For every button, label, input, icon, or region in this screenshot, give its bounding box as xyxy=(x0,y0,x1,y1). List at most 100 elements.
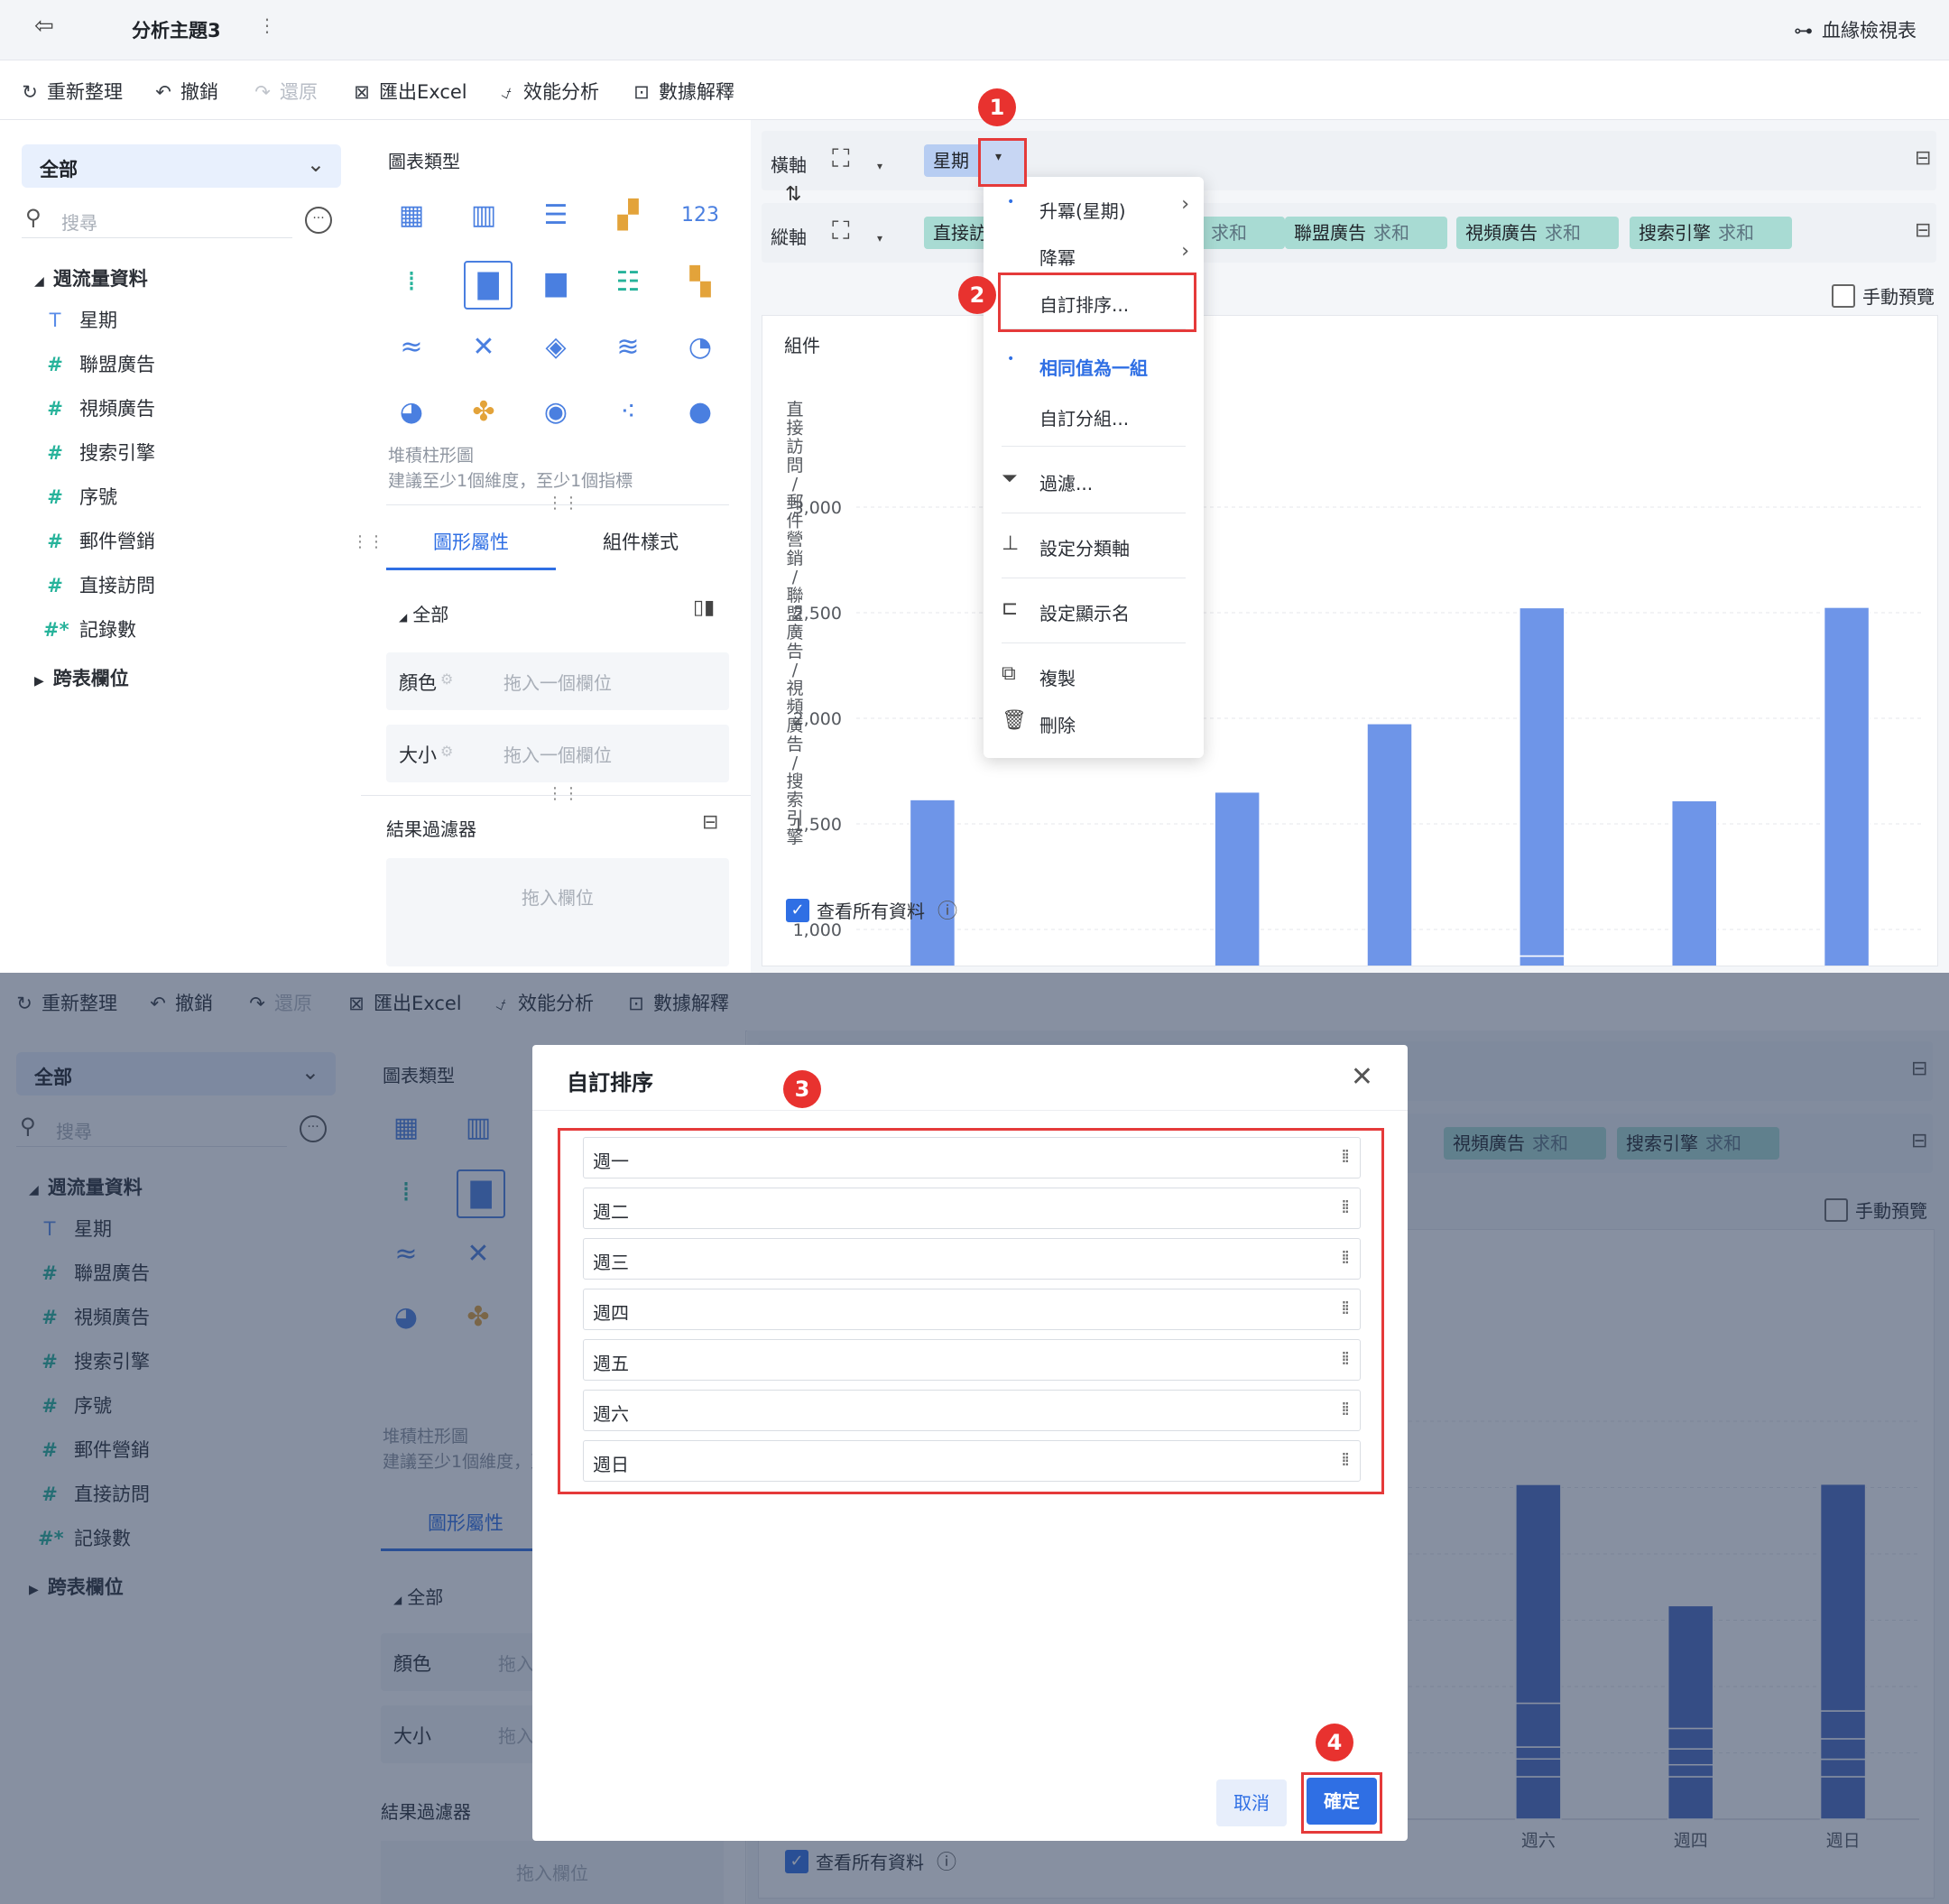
more-options-icon[interactable]: ··· xyxy=(305,207,332,234)
undo-button[interactable]: ↶撤銷 xyxy=(152,78,218,105)
field-item[interactable]: #直接訪問 xyxy=(43,571,155,598)
dataset-dropdown[interactable]: 全部 ⌄ xyxy=(22,144,341,188)
y-tick-label: 2,000 xyxy=(793,709,842,729)
x-field-dropdown-trigger[interactable]: ▾ xyxy=(978,138,1027,187)
field-item[interactable]: #搜索引擎 xyxy=(43,439,155,466)
close-icon[interactable]: ✕ xyxy=(1351,1061,1373,1093)
settings-icon[interactable]: ⚙ xyxy=(440,670,453,688)
y-axis-title-char: / xyxy=(792,474,799,494)
exit-icon[interactable]: ⇦ xyxy=(34,13,54,40)
field-item[interactable]: #郵件營銷 xyxy=(43,527,155,554)
field-item[interactable]: #*記錄數 xyxy=(43,615,136,642)
info-icon[interactable]: ⓘ xyxy=(938,895,957,924)
drag-handle-icon[interactable]: ⋮⋮ xyxy=(547,784,579,803)
bar-mark-icon[interactable]: ▯▮ xyxy=(693,596,715,619)
treemap-icon[interactable]: ▞ xyxy=(608,196,648,236)
lock-icon[interactable]: ⊟ xyxy=(1915,147,1931,170)
tab-graph-properties[interactable]: 圖形屬性 xyxy=(433,528,509,555)
drag-handle-icon[interactable]: ⋮⋮ xyxy=(547,494,579,513)
donut-chart-icon[interactable]: ◉ xyxy=(536,393,576,432)
manual-preview-checkbox[interactable] xyxy=(1832,284,1855,308)
lock-icon[interactable]: ⊟ xyxy=(702,811,718,834)
menu-item-descending[interactable]: 降冪 xyxy=(1039,244,1076,270)
waterfall-icon[interactable]: ▚ xyxy=(680,263,720,302)
field-item[interactable]: #聯盟廣告 xyxy=(43,350,155,377)
line-chart-icon[interactable]: ≈ xyxy=(392,328,431,367)
menu-item-custom-group[interactable]: 自訂分組... xyxy=(1039,404,1129,430)
result-filter-dropzone[interactable]: 拖入欄位 xyxy=(386,858,729,966)
sort-item[interactable]: 週六 ⁞⁞ xyxy=(583,1390,1361,1431)
sort-item[interactable]: 週五 ⁞⁞ xyxy=(583,1339,1361,1381)
kpi-icon[interactable]: 123 xyxy=(680,196,720,236)
y-field-chip[interactable]: 搜索引擎求和 xyxy=(1630,217,1792,249)
drag-handle-icon[interactable]: ⁞⁞ xyxy=(1341,1145,1350,1167)
sort-item[interactable]: 週四 ⁞⁞ xyxy=(583,1289,1361,1330)
all-marks-label[interactable]: ◢全部 xyxy=(399,600,448,626)
redo-button[interactable]: ↷還原 xyxy=(251,78,318,105)
y-field-chip[interactable]: 求和 xyxy=(1195,217,1285,249)
refresh-button[interactable]: ↻重新整理 xyxy=(18,78,123,105)
menu-item-same-value-group[interactable]: 相同值為一組 xyxy=(1039,354,1148,380)
field-item[interactable]: T星期 xyxy=(43,306,117,333)
field-item[interactable]: #序號 xyxy=(43,483,117,510)
drag-handle-icon[interactable]: ⁞⁞ xyxy=(1341,1347,1350,1369)
crosstab-icon[interactable]: ▥ xyxy=(464,196,503,236)
toolbar: ↻重新整理 ↶撤銷 ↷還原 ⊠匯出Excel ⍻效能分析 ⊡數據解釋 xyxy=(0,61,1949,120)
table-icon[interactable]: ▦ xyxy=(392,196,431,236)
dot-bar-icon[interactable]: ⁞ xyxy=(392,263,431,302)
menu-item-delete[interactable]: 刪除 xyxy=(1039,711,1076,737)
chart-title: 組件 xyxy=(784,335,820,356)
tree-group-cross-table[interactable]: ▶跨表欄位 xyxy=(34,664,129,691)
settings-icon[interactable]: ⚙ xyxy=(440,743,453,760)
tab-component-style[interactable]: 組件樣式 xyxy=(603,528,679,555)
sort-item[interactable]: 週三 ⁞⁞ xyxy=(583,1238,1361,1280)
stacked-bar-icon[interactable]: ▇ xyxy=(464,261,513,310)
menu-item-set-display-name[interactable]: 設定顯示名 xyxy=(1039,599,1130,625)
sort-item[interactable]: 週日 ⁞⁞ xyxy=(583,1440,1361,1482)
drag-handle-icon[interactable]: ⁞⁞ xyxy=(1341,1246,1350,1268)
y-field-chip[interactable]: 視頻廣告求和 xyxy=(1456,217,1619,249)
radar-icon[interactable]: ◈ xyxy=(536,328,576,367)
data-explain-button[interactable]: ⊡數據解釋 xyxy=(630,78,734,105)
lineage-view-button[interactable]: ⊶ 血緣檢視表 xyxy=(1794,16,1917,43)
menu-item-copy[interactable]: 複製 xyxy=(1039,664,1076,690)
drag-handle-icon[interactable]: ⁞⁞ xyxy=(1341,1297,1350,1318)
sort-item[interactable]: 週二 ⁞⁞ xyxy=(583,1188,1361,1229)
export-excel-button[interactable]: ⊠匯出Excel xyxy=(350,78,466,105)
y-axis-icon[interactable]: ⛶ xyxy=(832,216,850,246)
caret-down-icon[interactable]: ▾ xyxy=(877,232,882,245)
caret-down-icon[interactable]: ▾ xyxy=(877,160,882,172)
menu-item-set-category-axis[interactable]: 設定分類軸 xyxy=(1039,534,1130,560)
drag-handle-icon[interactable]: ⁞⁞ xyxy=(1341,1448,1350,1470)
active-tab-underline xyxy=(386,568,556,570)
x-axis-icon[interactable]: ⛶ xyxy=(832,143,850,174)
field-item[interactable]: #視頻廣告 xyxy=(43,394,155,421)
detail-table-icon[interactable]: ☰ xyxy=(536,196,576,236)
perf-analysis-button[interactable]: ⍻效能分析 xyxy=(494,78,599,105)
horizontal-bar-icon[interactable]: ☷ xyxy=(608,263,648,302)
sort-item[interactable]: 週一 ⁞⁞ xyxy=(583,1137,1361,1178)
confirm-button[interactable]: 確定 xyxy=(1307,1778,1377,1825)
vertical-dots-icon[interactable]: ⋮ xyxy=(258,14,276,36)
search-input[interactable]: ⚲ 搜尋 xyxy=(22,201,292,238)
radar-line-icon[interactable]: ✕ xyxy=(464,328,503,367)
drag-handle-icon[interactable]: ⁞⁞ xyxy=(1341,1196,1350,1217)
panel-resize-handle-icon[interactable]: ⋮⋮ xyxy=(352,532,384,551)
gauge-icon[interactable]: ◔ xyxy=(680,328,720,367)
drag-handle-icon[interactable]: ⁞⁞ xyxy=(1341,1398,1350,1419)
color-property-row[interactable]: 顏色 ⚙ 拖入一個欄位 xyxy=(386,652,729,710)
menu-item-filter[interactable]: 過濾... xyxy=(1039,469,1093,495)
menu-item-ascending[interactable]: 升冪(星期) xyxy=(1039,197,1126,223)
cancel-button[interactable]: 取消 xyxy=(1216,1779,1287,1826)
scatter-icon[interactable]: ⁖ xyxy=(608,393,648,432)
pie-chart-icon[interactable]: ◕ xyxy=(392,393,431,432)
bubble-icon[interactable]: ● xyxy=(680,393,720,432)
area-chart-icon[interactable]: ≋ xyxy=(608,328,648,367)
view-all-checkbox[interactable]: ✓ xyxy=(786,899,809,922)
rose-chart-icon[interactable]: ✤ xyxy=(464,393,503,432)
size-property-row[interactable]: 大小 ⚙ 拖入一個欄位 xyxy=(386,725,729,782)
tree-group-weekly[interactable]: ◢週流量資料 xyxy=(34,264,148,291)
bar-chart-icon[interactable]: ▆ xyxy=(536,263,576,302)
lock-icon[interactable]: ⊟ xyxy=(1915,219,1931,242)
y-field-chip[interactable]: 聯盟廣告 求和 xyxy=(1285,217,1447,249)
